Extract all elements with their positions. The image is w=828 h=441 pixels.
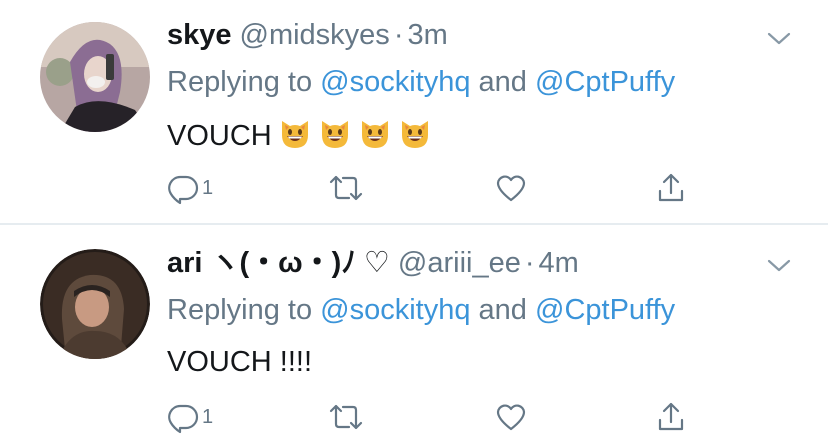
reply-button[interactable]: 1: [166, 397, 213, 437]
avatar[interactable]: [40, 22, 150, 132]
reply-button[interactable]: 1: [166, 168, 213, 208]
timestamp[interactable]: 3m: [407, 19, 447, 51]
replying-to-and: and: [478, 66, 527, 98]
chevron-down-icon[interactable]: [766, 253, 792, 279]
tweet-header: ari ヽ(・ω・)ﾉ ♡ @ariii_ee · 4m: [167, 246, 579, 280]
grinning-cat-icon: [358, 117, 392, 151]
retweet-icon: [328, 400, 364, 434]
reply-icon: [166, 171, 200, 205]
share-button[interactable]: [654, 168, 688, 208]
heart-icon: [494, 400, 528, 434]
tweet-actions: 1: [0, 168, 828, 208]
like-button[interactable]: [494, 168, 528, 208]
chevron-down-icon[interactable]: [766, 26, 792, 52]
separator: ·: [524, 247, 535, 279]
display-name[interactable]: ari ヽ(・ω・)ﾉ ♡: [167, 247, 390, 279]
share-icon: [654, 171, 688, 205]
mention-link[interactable]: @CptPuffy: [535, 66, 675, 98]
tweet-text: VOUCH !!!!: [167, 345, 312, 379]
reply-count: 1: [202, 405, 214, 428]
retweet-button[interactable]: [328, 168, 364, 208]
user-handle[interactable]: @midskyes: [240, 19, 390, 51]
mention-link[interactable]: @sockityhq: [320, 294, 470, 326]
avatar[interactable]: [40, 249, 150, 359]
retweet-icon: [328, 171, 364, 205]
reply-count: 1: [202, 176, 214, 199]
share-button[interactable]: [654, 397, 688, 437]
grinning-cat-icon: [318, 117, 352, 151]
grinning-cat-icon: [398, 117, 432, 151]
tweet-header: skye @midskyes · 3m: [167, 18, 448, 52]
user-handle[interactable]: @ariii_ee: [398, 247, 521, 279]
mention-link[interactable]: @sockityhq: [320, 66, 470, 98]
tweet-text-content: VOUCH: [167, 120, 272, 152]
replying-to-label: Replying to: [167, 294, 313, 326]
like-button[interactable]: [494, 397, 528, 437]
replying-to: Replying to @sockityhq and @CptPuffy: [167, 293, 675, 327]
grinning-cat-icon: [278, 117, 312, 151]
replying-to: Replying to @sockityhq and @CptPuffy: [167, 65, 675, 99]
tweet[interactable]: skye @midskyes · 3m Replying to @sockityhq …: [0, 0, 828, 224]
replying-to-label: Replying to: [167, 66, 313, 98]
replying-to-and: and: [478, 294, 527, 326]
tweet[interactable]: ari ヽ(・ω・)ﾉ ♡ @ariii_ee · 4m Replying to @s…: [0, 225, 828, 441]
tweet-text-content: VOUCH !!!!: [167, 346, 313, 378]
timestamp[interactable]: 4m: [539, 247, 579, 279]
separator: ·: [393, 19, 404, 51]
mention-link[interactable]: @CptPuffy: [535, 294, 675, 326]
tweet-text: VOUCH: [167, 117, 432, 153]
heart-icon: [494, 171, 528, 205]
retweet-button[interactable]: [328, 397, 364, 437]
tweet-actions: 1: [0, 397, 828, 437]
emoji-group: [272, 120, 432, 152]
reply-icon: [166, 400, 200, 434]
display-name[interactable]: skye: [167, 19, 232, 51]
share-icon: [654, 400, 688, 434]
